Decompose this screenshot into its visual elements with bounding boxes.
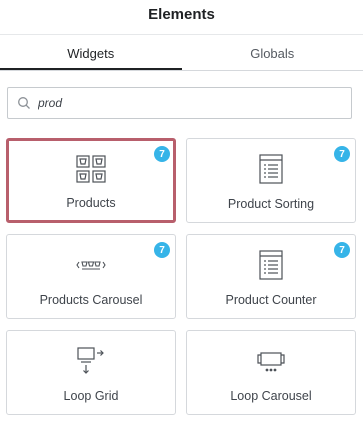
search-box[interactable] xyxy=(7,87,352,119)
loop-grid-icon xyxy=(77,345,105,377)
tabs-divider xyxy=(0,70,363,71)
widget-label: Product Sorting xyxy=(227,197,315,211)
widget-products[interactable]: 7 Products xyxy=(6,138,176,223)
tab-widgets[interactable]: Widgets xyxy=(0,35,182,71)
widget-label: Products Carousel xyxy=(39,293,143,307)
panel-title: Elements xyxy=(148,5,215,23)
widget-label: Loop Carousel xyxy=(230,389,312,403)
widget-loop-grid[interactable]: Loop Grid xyxy=(6,330,176,415)
pro-badge: 7 xyxy=(334,242,350,258)
counter-list-icon xyxy=(259,249,283,281)
widget-product-sorting[interactable]: 7 Product Sorting xyxy=(186,138,356,223)
loop-carousel-icon xyxy=(256,345,286,377)
panel-header: Elements xyxy=(0,0,363,34)
widget-label: Product Counter xyxy=(225,293,317,307)
widget-loop-carousel[interactable]: Loop Carousel xyxy=(186,330,356,415)
search-input[interactable] xyxy=(38,96,318,110)
sorting-list-icon xyxy=(259,153,283,185)
tab-bar: Widgets Globals xyxy=(0,35,363,71)
widget-product-counter[interactable]: 7 Product Counter xyxy=(186,234,356,319)
widget-grid: 7 Products 7 Product Sorting 7 Products … xyxy=(6,138,357,415)
tab-globals[interactable]: Globals xyxy=(182,35,363,71)
carousel-icon xyxy=(76,249,106,281)
pro-badge: 7 xyxy=(334,146,350,162)
pro-badge: 7 xyxy=(154,146,170,162)
pro-badge: 7 xyxy=(154,242,170,258)
widget-label: Loop Grid xyxy=(63,389,119,403)
products-grid-icon xyxy=(76,153,106,185)
widget-label: Products xyxy=(66,196,116,210)
search-icon xyxy=(17,96,31,110)
widget-products-carousel[interactable]: 7 Products Carousel xyxy=(6,234,176,319)
